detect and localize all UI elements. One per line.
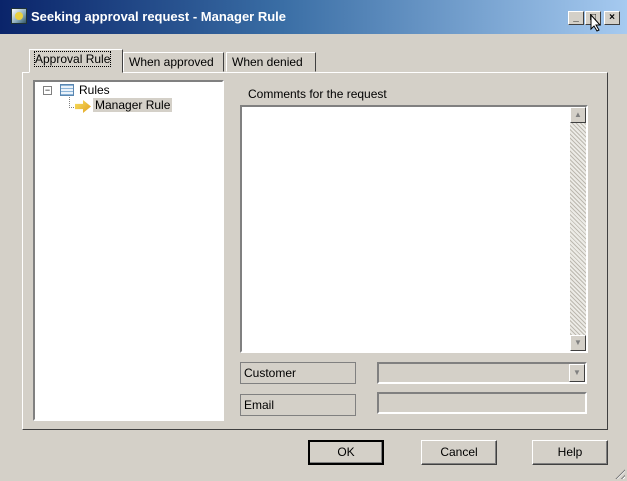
tree-item-manager-rule[interactable]: Manager Rule: [93, 98, 173, 112]
comments-textarea[interactable]: ▲ ▼: [240, 105, 588, 353]
close-button[interactable]: ×: [604, 11, 620, 25]
customer-combo[interactable]: ▼: [377, 362, 587, 384]
tree-item-rules[interactable]: Rules: [79, 83, 110, 97]
tab-when-approved[interactable]: When approved: [123, 52, 224, 72]
chevron-down-icon[interactable]: ▼: [569, 364, 585, 382]
email-label: Email: [240, 394, 356, 416]
resize-grip-icon[interactable]: [613, 467, 625, 479]
collapse-toggle-icon[interactable]: −: [43, 86, 52, 95]
window-title: Seeking approval request - Manager Rule: [31, 9, 287, 24]
tab-approval-rule[interactable]: Approval Rule: [29, 49, 123, 73]
scroll-up-icon[interactable]: ▲: [570, 107, 586, 123]
tab-when-denied-label: When denied: [232, 55, 303, 69]
minimize-button[interactable]: _: [568, 11, 584, 25]
tab-when-denied[interactable]: When denied: [226, 52, 316, 72]
comments-scrollbar[interactable]: ▲ ▼: [570, 107, 586, 351]
email-field[interactable]: [377, 392, 587, 414]
ok-button[interactable]: OK: [308, 440, 384, 465]
title-bar[interactable]: Seeking approval request - Manager Rule …: [0, 0, 627, 34]
rules-tree[interactable]: − Rules Manager Rule: [33, 80, 224, 421]
tab-when-approved-label: When approved: [129, 55, 214, 69]
mouse-cursor-icon: [590, 14, 602, 32]
app-icon[interactable]: [11, 8, 27, 24]
comments-label: Comments for the request: [248, 87, 387, 101]
help-button[interactable]: Help: [532, 440, 608, 465]
scroll-down-icon[interactable]: ▼: [570, 335, 586, 351]
tab-approval-rule-label: Approval Rule: [33, 51, 112, 67]
customer-label: Customer: [240, 362, 356, 384]
cancel-button[interactable]: Cancel: [421, 440, 497, 465]
table-icon: [60, 84, 74, 96]
